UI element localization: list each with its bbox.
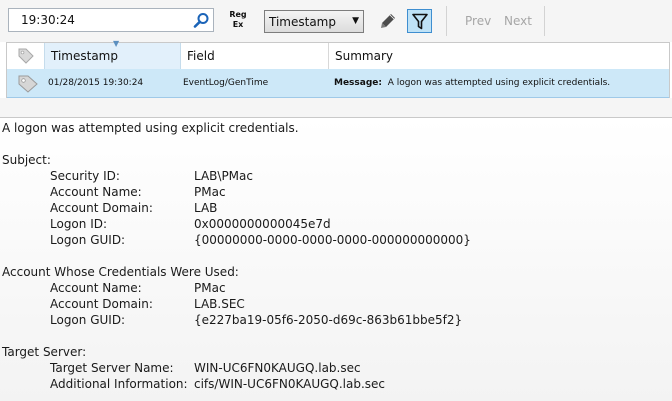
cell-field: EventLog/GenTime	[183, 78, 269, 88]
detail-value: LAB\PMac	[194, 169, 253, 183]
detail-value: {e227ba19-05f6-2050-d69c-863b61bbe5f2}	[194, 313, 463, 327]
results-grid: Timestamp ▼ Field Summary 01/28/2015 19:…	[6, 39, 670, 98]
detail-message: A logon was attempted using explicit cre…	[2, 121, 299, 135]
detail-label: Account Name:	[50, 185, 142, 199]
regex-toggle-button[interactable]: Reg Ex	[226, 10, 250, 34]
cell-summary: Message: A logon was attempted using exp…	[334, 69, 610, 97]
detail-label: Logon GUID:	[50, 313, 126, 327]
grid-empty-area	[0, 98, 672, 117]
detail-value: cifs/WIN-UC6FN0KAUGQ.lab.sec	[194, 377, 386, 391]
section-heading-credentials: Account Whose Credentials Were Used:	[2, 265, 239, 279]
detail-label: Additional Information:	[50, 377, 188, 391]
detail-value: LAB.SEC	[194, 297, 245, 311]
detail-value: {00000000-0000-0000-0000-000000000000}	[194, 233, 471, 247]
toolbar-separator	[544, 6, 545, 36]
toolbar-separator	[446, 6, 447, 36]
prev-button[interactable]: Prev	[465, 14, 491, 28]
filter-funnel-icon	[412, 13, 428, 30]
search-icon[interactable]	[193, 12, 211, 28]
search-box	[8, 8, 214, 32]
section-heading-target: Target Server:	[2, 345, 87, 359]
detail-value: WIN-UC6FN0KAUGQ.lab.sec	[194, 361, 361, 375]
table-row[interactable]: 01/28/2015 19:30:24 EventLog/GenTime Mes…	[7, 69, 669, 98]
regex-label-line2: Ex	[232, 20, 244, 29]
filter-button[interactable]	[407, 9, 432, 33]
search-input[interactable]	[9, 9, 189, 31]
pencil-icon[interactable]	[379, 12, 397, 30]
detail-label: Security ID:	[50, 169, 120, 183]
sort-indicator-icon: ▼	[113, 39, 120, 48]
detail-label: Target Server Name:	[50, 361, 174, 375]
section-heading-subject: Subject:	[2, 153, 51, 167]
column-header-field[interactable]: Field	[181, 43, 329, 69]
cell-timestamp: 01/28/2015 19:30:24	[48, 78, 144, 88]
dropdown-arrow-icon: ▼	[352, 16, 359, 26]
toolbar: Reg Ex Timestamp ▼ Prev Next	[0, 0, 672, 42]
tag-icon[interactable]	[17, 74, 39, 96]
detail-label: Logon GUID:	[50, 233, 126, 247]
field-select[interactable]: Timestamp ▼	[264, 10, 364, 33]
column-header-summary[interactable]: Summary	[329, 43, 669, 69]
detail-value: 0x0000000000045e7d	[194, 217, 331, 231]
next-button[interactable]: Next	[504, 14, 532, 28]
tag-icon	[18, 48, 34, 64]
detail-value: PMac	[194, 281, 226, 295]
detail-value: LAB	[194, 201, 218, 215]
summary-label: Message:	[334, 78, 382, 88]
summary-text: A logon was attempted using explicit cre…	[387, 78, 611, 88]
grid-header: Timestamp ▼ Field Summary	[7, 39, 669, 70]
column-header-tag[interactable]	[7, 43, 43, 69]
detail-label: Account Domain:	[50, 201, 153, 215]
detail-value: PMac	[194, 185, 226, 199]
detail-label: Account Domain:	[50, 297, 153, 311]
detail-label: Account Name:	[50, 281, 142, 295]
detail-label: Logon ID:	[50, 217, 108, 231]
regex-label-line1: Reg	[229, 10, 247, 19]
detail-pane: A logon was attempted using explicit cre…	[0, 118, 672, 401]
field-select-value: Timestamp	[269, 15, 336, 29]
